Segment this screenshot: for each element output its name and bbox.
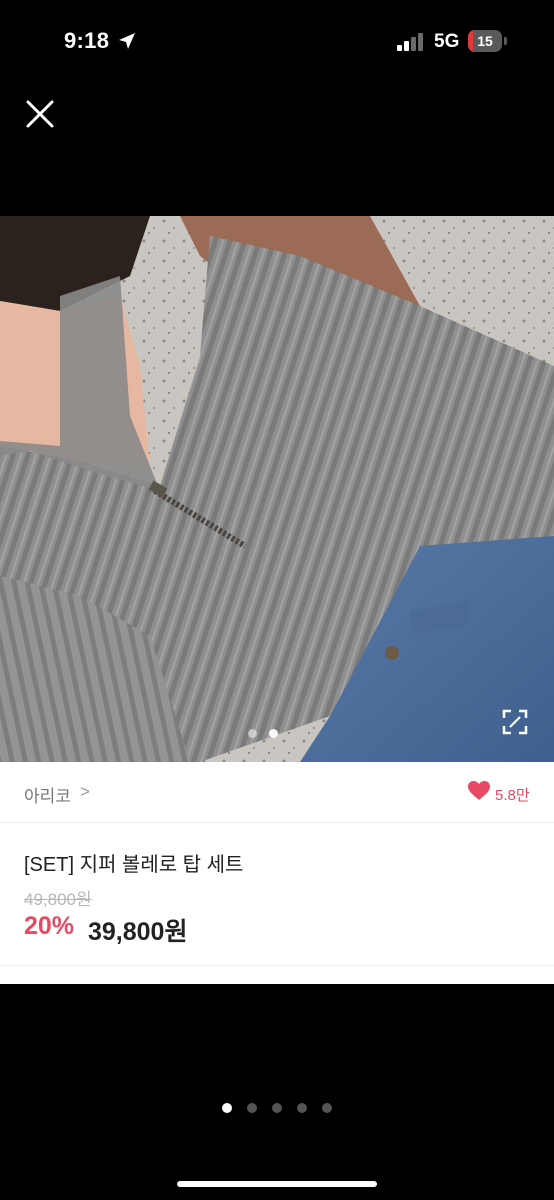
shop-row[interactable]: 아리코 > 5.8만 <box>0 762 554 823</box>
product-photo-illustration <box>0 216 554 762</box>
product-image[interactable] <box>0 216 554 762</box>
battery-level: 15 <box>477 33 493 49</box>
page-dot[interactable] <box>322 1103 332 1113</box>
status-bar: 9:18 5G 15 <box>0 0 554 80</box>
page-indicator <box>222 1100 347 1118</box>
original-price: 49,800원 <box>24 890 92 909</box>
battery-body: 15 <box>468 30 502 52</box>
heart-icon[interactable] <box>468 781 490 801</box>
close-icon[interactable] <box>22 96 58 132</box>
image-carousel-dots <box>248 725 290 743</box>
discount-rate: 20% <box>24 912 75 940</box>
image-dot[interactable] <box>269 729 278 738</box>
page-dot[interactable] <box>272 1103 282 1113</box>
sale-price: 39,800원 <box>88 918 188 946</box>
home-indicator[interactable] <box>177 1181 377 1187</box>
page-dot[interactable] <box>247 1103 257 1113</box>
status-time: 9:18 <box>64 28 110 53</box>
battery-icon: 15 <box>468 30 508 52</box>
expand-icon[interactable] <box>502 709 528 735</box>
shop-name[interactable]: 아리코 <box>24 782 71 807</box>
image-dot[interactable] <box>248 729 257 738</box>
product-info-card: 아리코 > 5.8만 [SET] 지퍼 볼레로 탑 세트 49,800원 20%… <box>0 762 554 984</box>
like-count: 5.8만 <box>495 787 530 804</box>
location-arrow-icon <box>119 33 135 49</box>
battery-cap <box>504 37 507 45</box>
chevron-right-icon: > <box>80 782 90 801</box>
page-dot[interactable] <box>222 1103 232 1113</box>
divider <box>0 965 554 966</box>
network-type: 5G <box>434 31 460 52</box>
product-title: [SET] 지퍼 볼레로 탑 세트 <box>24 854 244 876</box>
page-dot[interactable] <box>297 1103 307 1113</box>
signal-icon <box>397 33 423 51</box>
